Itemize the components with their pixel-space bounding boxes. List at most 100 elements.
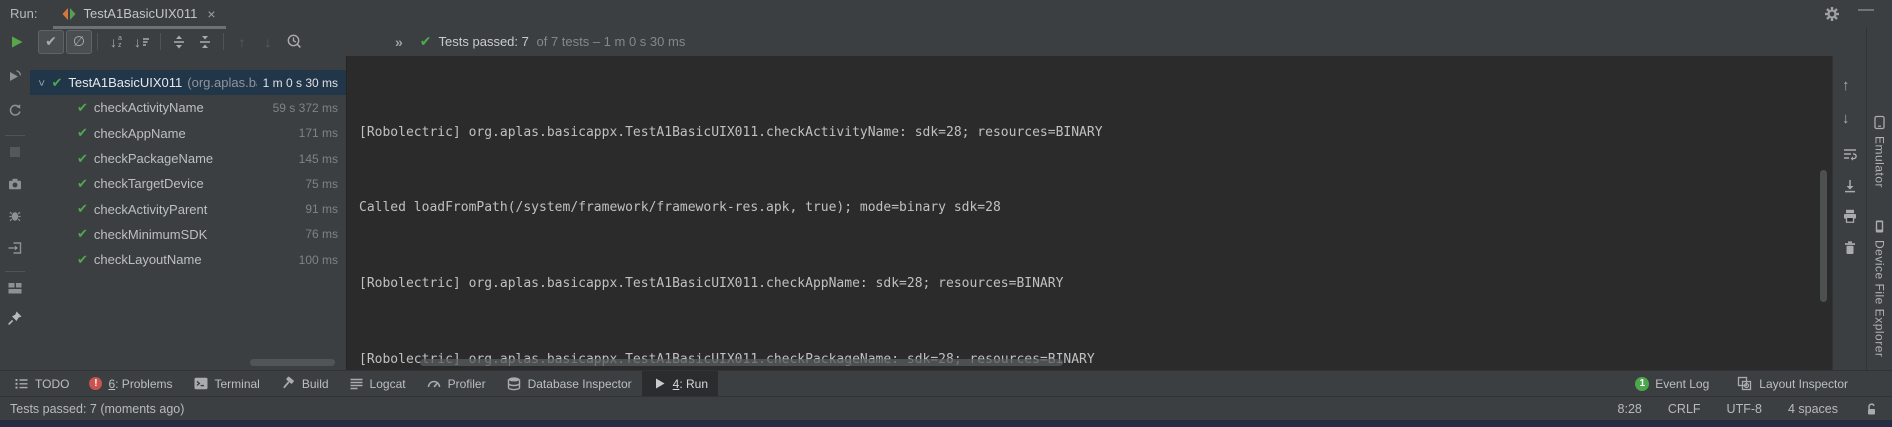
tool-window-run[interactable]: 4: Run — [642, 371, 718, 396]
test-name: checkActivityParent — [94, 202, 207, 217]
database-icon — [506, 376, 522, 391]
run-label: : Run — [679, 377, 708, 391]
tool-window-problems[interactable]: ! 6: Problems — [79, 371, 182, 396]
scroll-to-end-button[interactable] — [1842, 178, 1858, 194]
collapse-all-button[interactable] — [192, 30, 218, 54]
stop-icon — [7, 144, 23, 160]
test-tree-row[interactable]: ✔ checkMinimumSDK 76 ms — [30, 222, 346, 247]
show-ignored-toggle[interactable]: ∅ — [66, 30, 92, 54]
run-configuration-tab[interactable]: TestA1BasicUIX011 × — [53, 0, 225, 27]
test-tree-root-row[interactable]: > ✔ TestA1BasicUIX011 (org.aplas.basi 1 … — [30, 70, 346, 95]
encoding-indicator[interactable]: UTF-8 — [1727, 402, 1762, 416]
layout-settings-button[interactable] — [7, 280, 23, 296]
sort-duration-icon: ↓ — [134, 35, 150, 49]
close-tab-icon[interactable]: × — [207, 6, 215, 22]
next-stacktrace-button[interactable]: ↓ — [1842, 111, 1850, 126]
rerun-failed-tests-button[interactable] — [7, 68, 23, 84]
tool-window-device-file-explorer[interactable]: Device File Explorer — [1867, 219, 1892, 357]
test-duration: 91 ms — [305, 202, 338, 216]
event-log-button[interactable]: 1 Event Log — [1625, 377, 1719, 391]
status-bar: Tests passed: 7 (moments ago) 8:28 CRLF … — [0, 396, 1892, 420]
layout-inspector-button[interactable]: Layout Inspector — [1727, 376, 1858, 391]
event-log-count-badge: 1 — [1635, 377, 1649, 391]
rerun-failed-icon — [7, 68, 23, 84]
print-button[interactable] — [1842, 208, 1858, 224]
test-tree-row[interactable]: ✔ checkActivityName 59 s 372 ms — [30, 95, 346, 120]
test-duration: 171 ms — [299, 126, 338, 140]
console-horizontal-scrollbar[interactable] — [420, 359, 1063, 366]
show-passed-toggle[interactable]: ✔ — [38, 30, 64, 54]
tests-passed-check-icon: ✔ — [420, 33, 432, 50]
taskbar-edge — [0, 420, 1892, 427]
test-history-button[interactable] — [281, 30, 307, 54]
test-passed-icon: ✔ — [77, 125, 88, 141]
sort-alpha-icon: ↓ az — [110, 35, 122, 49]
chevron-down-icon[interactable]: > — [35, 79, 47, 85]
arrow-up-icon: ↑ — [1842, 77, 1850, 94]
attach-debugger-button[interactable] — [7, 208, 23, 224]
trash-icon — [1842, 240, 1858, 256]
hide-window-icon[interactable]: — — [1858, 1, 1874, 19]
rerun-tests-button[interactable] — [4, 30, 30, 54]
thread-dump-button[interactable] — [7, 176, 23, 192]
toggle-auto-test-button[interactable] — [7, 102, 23, 118]
test-class-name: TestA1BasicUIX011 — [68, 75, 182, 90]
database-inspector-label: Database Inspector — [528, 377, 632, 391]
arrow-into-frame-icon — [7, 240, 23, 256]
expand-all-button[interactable] — [166, 30, 192, 54]
settings-gear-icon[interactable] — [1824, 6, 1840, 22]
test-duration: 76 ms — [305, 227, 338, 241]
test-console-output: [Robolectric] org.aplas.basicappx.TestA1… — [346, 56, 1832, 370]
emulator-phone-icon — [1872, 115, 1887, 130]
jump-to-source-button[interactable] — [7, 240, 23, 256]
tool-window-todo[interactable]: TODO — [4, 371, 79, 396]
console-line: [Robolectric] org.aplas.basicappx.TestA1… — [359, 271, 1832, 296]
stop-button[interactable] — [7, 144, 23, 160]
logcat-label: Logcat — [370, 377, 406, 391]
tool-window-build[interactable]: Build — [270, 371, 339, 396]
test-toolbar: ✔ ∅ ↓ az ↓ ↑ ↓ — [0, 27, 1892, 56]
clear-console-button[interactable] — [1842, 240, 1858, 256]
test-passed-icon: ✔ — [77, 151, 88, 167]
test-tree-row[interactable]: ✔ checkPackageName 145 ms — [30, 146, 346, 171]
tool-window-terminal[interactable]: Terminal — [183, 371, 270, 396]
tool-window-logcat[interactable]: Logcat — [339, 371, 416, 396]
test-tree-row[interactable]: ✔ checkAppName 171 ms — [30, 121, 346, 146]
next-occurrence-button[interactable]: ↓ — [255, 30, 281, 54]
test-passed-icon: ✔ — [77, 252, 88, 268]
expand-all-icon — [171, 34, 187, 50]
build-label: Build — [302, 377, 329, 391]
bug-icon — [7, 208, 23, 224]
layout-inspector-label: Layout Inspector — [1759, 377, 1848, 391]
tree-horizontal-scrollbar[interactable] — [250, 359, 335, 366]
test-duration: 1 m 0 s 30 ms — [263, 76, 338, 90]
test-name: checkMinimumSDK — [94, 227, 207, 242]
arrow-down-icon: ↓ — [1842, 110, 1850, 127]
tool-window-profiler[interactable]: Profiler — [416, 371, 496, 396]
tool-window-database-inspector[interactable]: Database Inspector — [496, 371, 642, 396]
tool-window-emulator[interactable]: Emulator — [1867, 115, 1892, 188]
emulator-label: Emulator — [1873, 136, 1887, 188]
test-package-name: (org.aplas.basi — [187, 75, 256, 90]
error-badge-icon: ! — [89, 377, 102, 390]
console-vertical-scrollbar[interactable] — [1820, 170, 1827, 302]
pin-icon — [7, 310, 23, 326]
prev-stacktrace-button[interactable]: ↑ — [1842, 78, 1850, 93]
soft-wrap-button[interactable] — [1842, 146, 1858, 162]
toolbar-spacer — [718, 371, 1625, 396]
camera-icon — [7, 176, 23, 192]
sort-by-duration-button[interactable]: ↓ — [129, 30, 155, 54]
test-tree-row[interactable]: ✔ checkTargetDevice 75 ms — [30, 171, 346, 196]
test-tree-row[interactable]: ✔ checkLayoutName 100 ms — [30, 247, 346, 272]
indent-indicator[interactable]: 4 spaces — [1788, 402, 1838, 416]
test-tree-row[interactable]: ✔ checkActivityParent 91 ms — [30, 196, 346, 221]
right-tool-window-bar: Emulator Device File Explorer — [1866, 27, 1892, 370]
line-ending-indicator[interactable]: CRLF — [1668, 402, 1701, 416]
previous-occurrence-button[interactable]: ↑ — [229, 30, 255, 54]
sort-alphabetically-button[interactable]: ↓ az — [103, 30, 129, 54]
pin-tab-button[interactable] — [7, 310, 23, 326]
toolbar-overflow-icon[interactable]: » — [395, 34, 404, 50]
tests-passed-detail: of 7 tests – 1 m 0 s 30 ms — [536, 34, 685, 49]
readonly-lock-icon[interactable] — [1864, 402, 1878, 416]
caret-position[interactable]: 8:28 — [1618, 402, 1642, 416]
